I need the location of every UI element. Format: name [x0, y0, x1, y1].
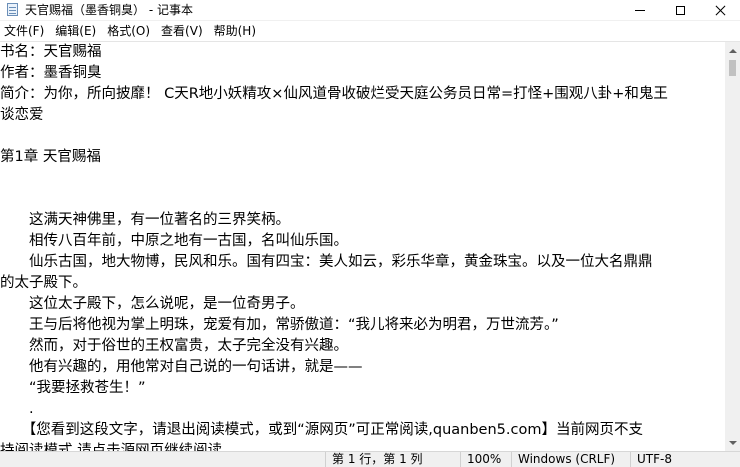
minimize-icon — [635, 9, 645, 11]
maximize-icon — [675, 5, 685, 15]
maximize-button[interactable] — [660, 0, 700, 20]
text-line: 【您看到这段文字，请退出阅读模式，或到“源网页”可正常阅读,quanben5.c… — [0, 422, 643, 438]
scrollbar-thumb[interactable] — [729, 60, 736, 76]
cursor-position: 第 1 行，第 1 列 — [325, 452, 462, 467]
text-line — [0, 189, 725, 210]
text-line: 第1章 天官赐福 — [0, 149, 101, 165]
text-line: 他有兴趣的，用他常对自己说的一句话讲，就是—— — [0, 359, 363, 375]
text-line: 书名：天官赐福 — [0, 44, 102, 60]
text-line — [0, 126, 725, 147]
minimize-button[interactable] — [620, 0, 660, 20]
notepad-icon[interactable] — [7, 3, 18, 16]
text-line — [0, 168, 725, 189]
text-line: 然而，对于俗世的王权富贵，太子完全没有兴趣。 — [0, 338, 348, 354]
line-ending: Windows (CRLF) — [511, 452, 634, 467]
text-editor[interactable]: 书名：天官赐福 作者：墨香铜臭 简介：为你，所向披靡！ C天R地小妖精攻×仙风道… — [0, 42, 725, 451]
text-line: 简介：为你，所向披靡！ C天R地小妖精攻×仙风道骨收破烂受天庭公务员日常=打怪+… — [0, 86, 668, 102]
text-line: 的太子殿下。 — [0, 275, 87, 291]
text-line: 王与后将他视为掌上明珠，宠爱有加，常骄傲道：“我儿将来必为明君，万世流芳。” — [0, 317, 559, 333]
close-button[interactable] — [700, 0, 740, 20]
status-bar: 第 1 行，第 1 列 100% Windows (CRLF) UTF-8 — [0, 451, 740, 467]
scroll-up-button[interactable] — [725, 42, 740, 59]
text-line: 这满天神佛里，有一位著名的三界笑柄。 — [0, 212, 290, 228]
zoom-level: 100% — [460, 452, 517, 467]
text-line: 相传八百年前，中原之地有一古国，名叫仙乐国。 — [0, 233, 348, 249]
menu-file[interactable]: 文件(F) — [0, 21, 50, 41]
menu-view[interactable]: 查看(V) — [156, 21, 209, 41]
title-bar[interactable]: 天官赐福（墨香铜臭） - 记事本 — [0, 0, 740, 21]
text-line: . — [0, 401, 34, 417]
scroll-down-button[interactable] — [725, 434, 740, 451]
arrow-up-icon — [728, 48, 737, 53]
menu-bar: 文件(F) 编辑(E) 格式(O) 查看(V) 帮助(H) — [0, 21, 740, 42]
close-icon — [715, 5, 726, 16]
menu-edit[interactable]: 编辑(E) — [50, 21, 102, 41]
text-line: 持阅读模式,请点击源网页继续阅读。 — [0, 443, 237, 451]
text-line: 仙乐古国，地大物博，民风和乐。国有四宝：美人如云，彩乐华章，黄金珠宝。以及一位大… — [0, 254, 653, 270]
window-title: 天官赐福（墨香铜臭） - 记事本 — [25, 3, 193, 17]
menu-format[interactable]: 格式(O) — [102, 21, 156, 41]
menu-help[interactable]: 帮助(H) — [209, 21, 262, 41]
text-line: 作者：墨香铜臭 — [0, 65, 102, 81]
encoding: UTF-8 — [630, 452, 737, 467]
vertical-scrollbar[interactable] — [725, 42, 740, 451]
arrow-down-icon — [728, 440, 737, 445]
text-line: 这位太子殿下，怎么说呢，是一位奇男子。 — [0, 296, 305, 312]
text-line: “我要拯救苍生！” — [0, 380, 146, 396]
text-line: 谈恋爱 — [0, 107, 44, 123]
